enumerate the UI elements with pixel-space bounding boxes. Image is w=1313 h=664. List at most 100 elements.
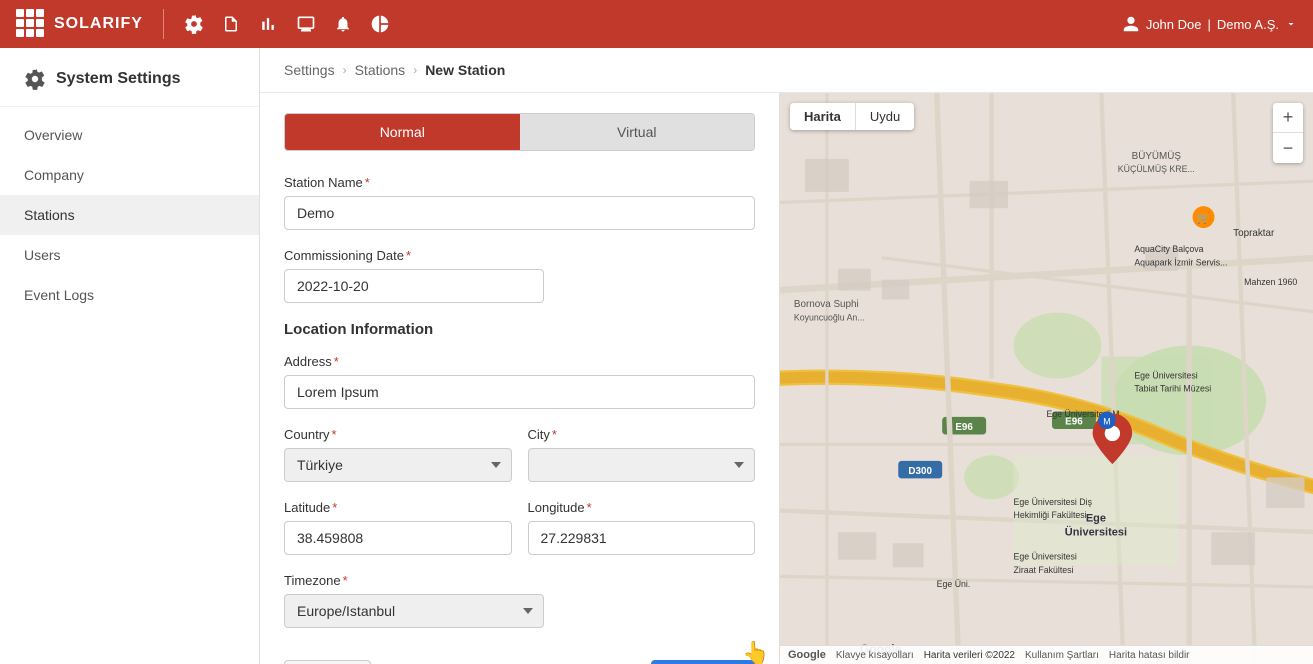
sidebar-item-stations[interactable]: Stations (0, 195, 259, 235)
form-actions: Back Create (284, 648, 755, 664)
chart-icon[interactable] (258, 14, 278, 34)
country-label: Country * (284, 427, 512, 442)
back-button[interactable]: Back (284, 660, 371, 664)
sidebar-item-users[interactable]: Users (0, 235, 259, 275)
user-menu[interactable]: John Doe | Demo A.Ş. (1122, 15, 1297, 33)
sidebar: System Settings Overview Company Station… (0, 48, 260, 664)
zoom-out-button[interactable]: − (1273, 133, 1303, 163)
city-group: City * (528, 427, 756, 482)
svg-text:Aquapark İzmir Servis...: Aquapark İzmir Servis... (1134, 257, 1227, 267)
settings-icon[interactable] (184, 14, 204, 34)
commissioning-date-input[interactable] (284, 269, 544, 303)
sidebar-item-label: Stations (24, 207, 75, 223)
google-logo: Google (788, 649, 826, 661)
zoom-in-button[interactable]: + (1273, 103, 1303, 133)
station-name-group: Station Name * (284, 175, 755, 230)
sidebar-item-label: Overview (24, 127, 82, 143)
sidebar-item-company[interactable]: Company (0, 155, 259, 195)
svg-text:M: M (1103, 417, 1110, 427)
svg-text:Ege Üniversitesi Diş: Ege Üniversitesi Diş (1014, 497, 1093, 507)
breadcrumb-current: New Station (425, 62, 505, 78)
svg-text:Ege Üni.: Ege Üni. (937, 579, 971, 589)
breadcrumb-sep-1: › (343, 63, 347, 77)
sidebar-item-overview[interactable]: Overview (0, 115, 259, 155)
sidebar-item-label: Company (24, 167, 84, 183)
location-section-title: Location Information (284, 321, 755, 338)
tab-virtual[interactable]: Virtual (520, 114, 755, 150)
user-separator: | (1207, 17, 1210, 32)
pie-chart-icon[interactable] (370, 14, 390, 34)
breadcrumb-sep-2: › (413, 63, 417, 77)
svg-text:Ege Üniversitesi: Ege Üniversitesi (1014, 552, 1077, 562)
address-group: Address * (284, 354, 755, 409)
svg-text:Koyuncuoğlu An...: Koyuncuoğlu An... (794, 312, 865, 322)
latitude-input[interactable] (284, 521, 512, 555)
nav-icons (184, 14, 390, 34)
svg-text:Bornova Suphi: Bornova Suphi (794, 299, 859, 310)
map-report[interactable]: Harita hatası bildir (1109, 650, 1190, 661)
main-layout: System Settings Overview Company Station… (0, 48, 1313, 664)
longitude-group: Longitude * (528, 500, 756, 555)
logo-icon (16, 9, 46, 39)
form-area: Normal Virtual Station Name * Commission… (260, 93, 780, 664)
svg-text:KÜÇÜLMÜŞ KRE...: KÜÇÜLMÜŞ KRE... (1118, 164, 1195, 174)
required-marker: * (406, 248, 411, 263)
document-icon[interactable] (222, 14, 240, 34)
app-name: SOLARIFY (54, 15, 143, 33)
map-shortcuts[interactable]: Klavye kısayolları (836, 650, 914, 661)
longitude-input[interactable] (528, 521, 756, 555)
lat-lon-row: Latitude * Longitude * (284, 500, 755, 573)
station-name-input[interactable] (284, 196, 755, 230)
commissioning-date-label: Commissioning Date * (284, 248, 755, 263)
svg-text:Mahzen 1960: Mahzen 1960 (1244, 277, 1297, 287)
country-city-row: Country * Türkiye City * (284, 427, 755, 500)
address-label: Address * (284, 354, 755, 369)
svg-text:Hekimliği Fakültesi: Hekimliği Fakültesi (1014, 510, 1087, 520)
required-marker: * (334, 354, 339, 369)
sidebar-nav: Overview Company Stations Users Event Lo… (0, 107, 259, 323)
latitude-group: Latitude * (284, 500, 512, 555)
required-marker: * (552, 427, 557, 442)
latitude-label: Latitude * (284, 500, 512, 515)
breadcrumb-settings[interactable]: Settings (284, 62, 335, 78)
map-footer: Google Klavye kısayolları Harita veriler… (780, 645, 1313, 664)
address-input[interactable] (284, 375, 755, 409)
sidebar-item-label: Users (24, 247, 61, 263)
bell-icon[interactable] (334, 14, 352, 34)
create-button[interactable]: Create (651, 660, 755, 664)
country-select[interactable]: Türkiye (284, 448, 512, 482)
system-settings-icon (24, 68, 46, 90)
timezone-select[interactable]: Europe/Istanbul (284, 594, 544, 628)
map-tab-map[interactable]: Harita (790, 103, 856, 130)
content-area: Settings › Stations › New Station Normal… (260, 48, 1313, 664)
svg-text:🛒: 🛒 (1197, 211, 1211, 224)
svg-text:Topraktar: Topraktar (1233, 228, 1275, 239)
svg-text:AquaCity Balçova: AquaCity Balçova (1134, 244, 1203, 254)
svg-text:Tabiat Tarihi Müzesi: Tabiat Tarihi Müzesi (1134, 384, 1211, 394)
user-name: John Doe (1146, 17, 1202, 32)
country-group: Country * Türkiye (284, 427, 512, 482)
map-terms[interactable]: Kullanım Şartları (1025, 650, 1099, 661)
map-tab-satellite[interactable]: Uydu (856, 103, 914, 130)
monitor-icon[interactable] (296, 14, 316, 34)
longitude-label: Longitude * (528, 500, 756, 515)
required-marker: * (587, 500, 592, 515)
map-data-credit: Harita verileri ©2022 (924, 650, 1015, 661)
topnav: SOLARIFY John Doe | De (0, 0, 1313, 48)
city-select[interactable] (528, 448, 756, 482)
svg-text:Üniversitesi: Üniversitesi (1065, 526, 1127, 539)
svg-text:Ege: Ege (1086, 512, 1106, 524)
app-logo[interactable]: SOLARIFY (16, 9, 143, 39)
sidebar-item-label: Event Logs (24, 287, 94, 303)
timezone-group: Timezone * Europe/Istanbul (284, 573, 755, 628)
sidebar-header: System Settings (0, 48, 259, 107)
breadcrumb: Settings › Stations › New Station (260, 48, 1313, 93)
city-label: City * (528, 427, 756, 442)
tab-normal[interactable]: Normal (285, 114, 520, 150)
required-marker: * (332, 500, 337, 515)
svg-text:BÜYÜMÜŞ: BÜYÜMÜŞ (1132, 151, 1182, 162)
required-marker: * (332, 427, 337, 442)
sidebar-item-event-logs[interactable]: Event Logs (0, 275, 259, 315)
breadcrumb-stations[interactable]: Stations (355, 62, 406, 78)
svg-text:D300: D300 (908, 466, 932, 477)
